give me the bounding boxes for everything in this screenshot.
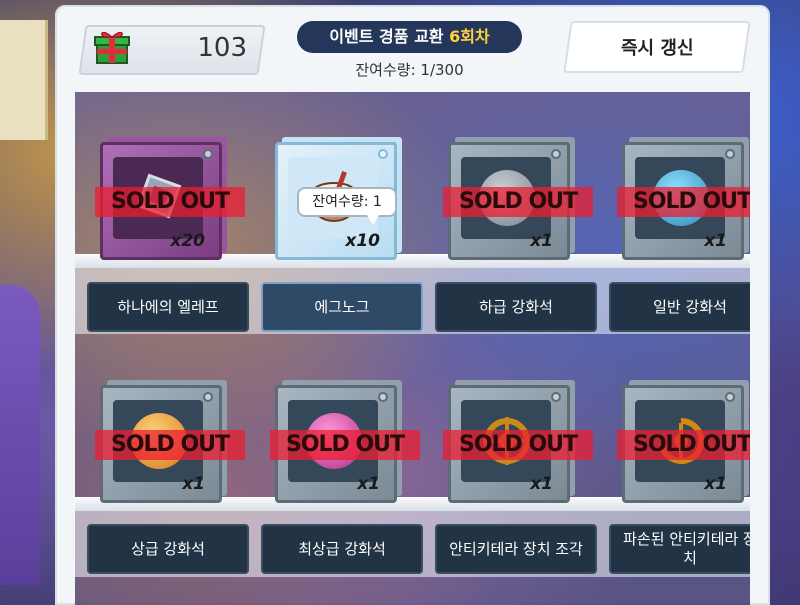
item-quantity: x1 xyxy=(704,474,727,494)
item-name-button[interactable]: 최상급 강화석 xyxy=(261,524,423,574)
item-quantity: x1 xyxy=(357,474,380,494)
corner-dot xyxy=(203,149,213,159)
item-name-button[interactable]: 하급 강화석 xyxy=(435,282,597,332)
item-name-button-selected[interactable]: 에그노그 xyxy=(261,282,423,332)
shop-shelves: x20 SOLD OUT x10 x1 SOLD OUT x1 SOLD OUT… xyxy=(75,92,750,605)
remaining-stock-tooltip: 잔여수량: 1 xyxy=(297,187,397,225)
item-quantity: x1 xyxy=(530,231,553,251)
event-title: 이벤트 경품 교환 6회차 xyxy=(297,21,522,53)
currency-amount: 103 xyxy=(197,33,247,63)
refresh-button-label: 즉시 갱신 xyxy=(620,38,694,59)
event-title-text: 이벤트 경품 교환 xyxy=(329,27,444,46)
background-character xyxy=(0,285,40,585)
corner-dot xyxy=(725,149,735,159)
corner-dot xyxy=(378,149,388,159)
item-quantity: x1 xyxy=(182,474,205,494)
item-name-button[interactable]: 안티키테라 장치 조각 xyxy=(435,524,597,574)
gift-box-icon xyxy=(94,31,130,64)
item-name-button[interactable]: 상급 강화석 xyxy=(87,524,249,574)
event-remaining-count: 잔여수량: 1/300 xyxy=(355,61,464,79)
item-quantity: x20 xyxy=(170,231,205,251)
event-round: 6회차 xyxy=(449,27,490,46)
item-quantity: x1 xyxy=(704,231,727,251)
sold-out-banner: SOLD OUT xyxy=(443,430,593,460)
item-quantity: x1 xyxy=(530,474,553,494)
sold-out-banner: SOLD OUT xyxy=(95,430,245,460)
background-sign xyxy=(0,20,48,140)
event-shop-panel: 103 이벤트 경품 교환 6회차 잔여수량: 1/300 즉시 갱신 x20 … xyxy=(55,5,770,605)
corner-dot xyxy=(378,392,388,402)
item-name-button[interactable]: 하나에의 엘레프 xyxy=(87,282,249,332)
corner-dot xyxy=(551,149,561,159)
sold-out-banner: SOLD OUT xyxy=(443,187,593,217)
sold-out-banner: SOLD OUT xyxy=(617,430,750,460)
sold-out-banner: SOLD OUT xyxy=(270,430,420,460)
corner-dot xyxy=(551,392,561,402)
shop-header: 103 이벤트 경품 교환 6회차 잔여수량: 1/300 즉시 갱신 xyxy=(57,7,768,92)
item-name-button[interactable]: 일반 강화석 xyxy=(609,282,750,332)
corner-dot xyxy=(725,392,735,402)
sold-out-banner: SOLD OUT xyxy=(95,187,245,217)
sold-out-banner: SOLD OUT xyxy=(617,187,750,217)
item-quantity: x10 xyxy=(345,231,380,251)
item-name-button[interactable]: 파손된 안티키테라 장치 xyxy=(609,524,750,574)
corner-dot xyxy=(203,392,213,402)
instant-refresh-button[interactable]: 즉시 갱신 xyxy=(563,21,751,73)
